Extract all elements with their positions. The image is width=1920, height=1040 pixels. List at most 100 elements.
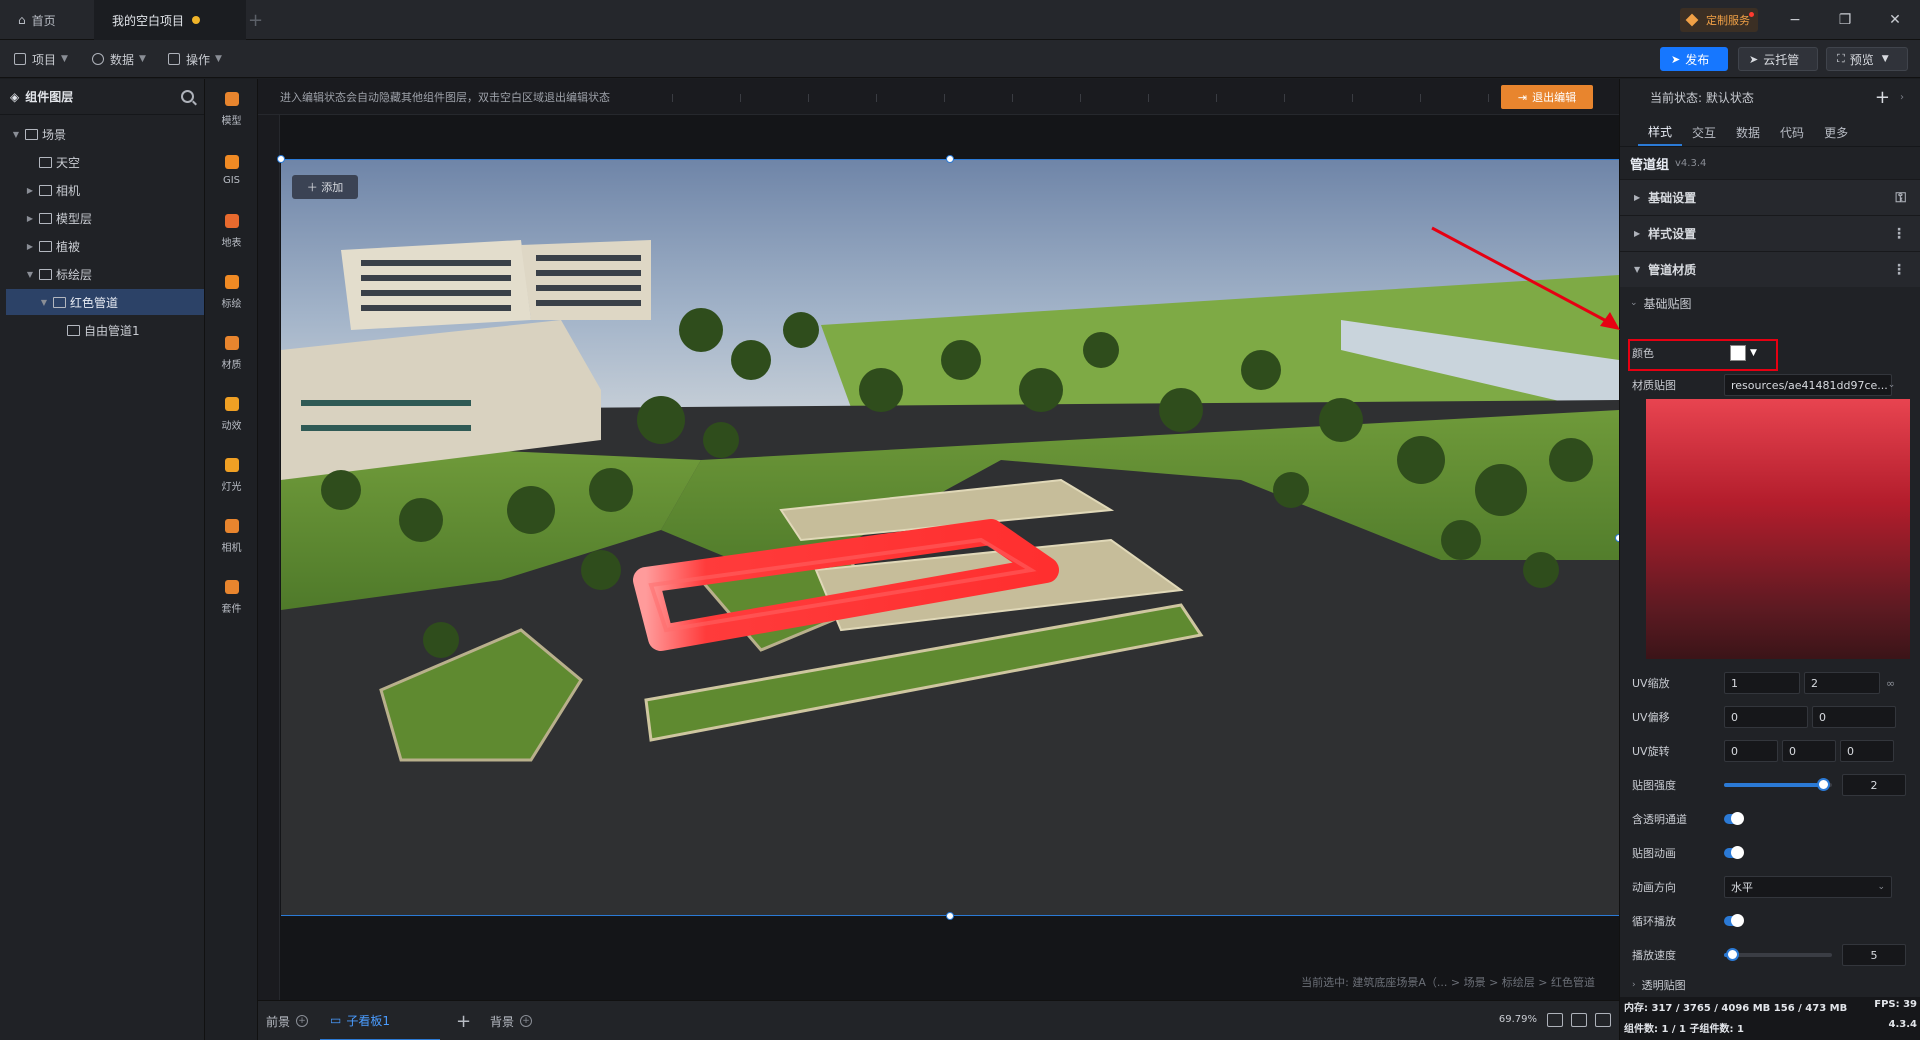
texture-select[interactable]: resources/ae41481dd97ce... ⌄ [1724,374,1895,396]
property-tab[interactable]: 样式 [1638,118,1683,146]
rail-item[interactable]: 地表 [205,201,258,261]
rail-item[interactable]: 相机 [205,506,258,566]
alpha-map-section[interactable]: › 透明贴图 [1620,975,1920,995]
animate-toggle[interactable] [1724,846,1744,859]
terminal-icon[interactable] [1595,1013,1611,1027]
keyboard-icon[interactable] [1571,1013,1587,1027]
uv-offset-x-input[interactable]: 0 [1724,706,1808,728]
tab-project[interactable]: 我的空白项目 [94,0,246,40]
folder-icon [67,324,80,336]
caret-down-icon[interactable]: ▼ [24,270,36,279]
property-tab[interactable]: 交互 [1682,118,1726,146]
layer-item-label: 标绘层 [56,267,93,282]
add-board-button[interactable]: + [456,1001,471,1040]
tab-foreground[interactable]: 前景 + [266,1001,309,1040]
section-style-settings[interactable]: ▶ 样式设置 ⋮ [1620,215,1920,251]
uv-rotate-x-input[interactable]: 0 [1724,740,1778,762]
resize-handle-tl[interactable] [277,155,285,163]
custom-service-button[interactable]: 定制服务 [1680,8,1758,32]
tab-home[interactable]: ⌂ 首页 [0,0,94,40]
add-circle-icon[interactable]: + [296,1015,309,1027]
layer-item[interactable]: ▼ 标绘层 [6,261,204,287]
new-tab-button[interactable]: + [248,10,263,31]
property-tab[interactable]: 更多 [1814,118,1858,146]
layer-item[interactable]: 自由管道1 [6,317,204,343]
direction-select[interactable]: 水平 ⌄ [1724,876,1892,898]
rail-item[interactable]: 动效 [205,384,258,444]
intensity-input[interactable]: 2 [1842,774,1906,796]
rail-item[interactable]: 模型 [205,79,258,139]
widget-icon [224,579,239,594]
widget-icon [224,518,239,533]
uv-offset-y-input[interactable]: 0 [1812,706,1896,728]
monitor-icon: ▭ [330,1013,342,1027]
menu-operation[interactable]: 操作 ▼ [168,48,222,70]
speed-slider[interactable] [1724,948,1832,961]
layer-item[interactable]: ▶ 植被 [6,233,204,259]
more-vertical-icon[interactable]: ⋮ [1892,262,1906,278]
rail-item[interactable]: 材质 [205,323,258,383]
more-vertical-icon[interactable]: ⋮ [1892,226,1906,242]
caret-right-icon[interactable]: ▶ [24,186,36,195]
layer-item-label: 天空 [56,155,81,170]
loop-toggle[interactable] [1724,914,1744,927]
tab-background[interactable]: 背景 + [490,1001,533,1040]
alpha-toggle[interactable] [1724,812,1744,825]
publish-button[interactable]: ➤ 发布 [1660,47,1728,71]
link-icon[interactable]: ∞ [1886,677,1895,690]
folder-icon [39,268,52,280]
resize-handle-top[interactable] [946,155,954,163]
animate-row: 贴图动画 [1620,839,1920,867]
search-icon[interactable] [181,90,194,103]
speed-input[interactable]: 5 [1842,944,1906,966]
caret-down-icon[interactable]: ▼ [38,298,50,307]
close-button[interactable]: ✕ [1880,8,1910,32]
property-tab[interactable]: 代码 [1770,118,1814,146]
layer-item[interactable]: ▼ 红色管道 [6,289,204,315]
subsection-base-map[interactable]: ⌄ 基础贴图 [1620,287,1920,319]
preview-button[interactable]: ⛶ 预览 ▼ [1826,47,1908,71]
tab-sub-board[interactable]: ▭ 子看板1 [320,1001,440,1040]
layer-item[interactable]: ▼ 场景 [6,121,204,147]
add-circle-icon[interactable]: + [520,1015,533,1027]
highlight-box [1628,339,1778,371]
menu-data[interactable]: 数据 ▼ [92,48,146,70]
add-state-button[interactable]: + [1875,87,1890,108]
zoom-level[interactable]: 69.79% [1499,1014,1537,1025]
intensity-slider-knob[interactable] [1817,778,1831,791]
layer-item-label: 植被 [56,239,81,254]
rail-item[interactable]: GIS [205,140,258,200]
exit-icon: ⇥ [1517,90,1528,104]
ruler-tick: | [1283,93,1286,102]
canvas-area[interactable]: | | | | | | | | | | | | | | 进入编辑状态会自动隐藏其他组件图层，双击空白区域退… [258,79,1619,1000]
caret-right-icon[interactable]: ▶ [24,242,36,251]
caret-down-icon[interactable]: ▼ [10,130,22,139]
section-basic-settings[interactable]: ▶ 基础设置 ⚿ [1620,179,1920,215]
lock-icon[interactable]: ⚿ [1895,190,1906,206]
uv-scale-x-input[interactable]: 1 [1724,672,1800,694]
uv-rotate-y-input[interactable]: 0 [1782,740,1836,762]
section-pipe-material[interactable]: ▼ 管道材质 ⋮ [1620,251,1920,287]
layer-item[interactable]: ▶ 相机 [6,177,204,203]
cloud-hosting-button[interactable]: ➤ 云托管 [1738,47,1818,71]
add-button[interactable]: ＋ 添加 [292,175,358,199]
resize-handle-bottom[interactable] [946,912,954,920]
layer-item[interactable]: ▶ 模型层 [6,205,204,231]
rail-item[interactable]: 套件 [205,567,258,627]
rail-item[interactable]: 标绘 [205,262,258,322]
chevron-right-icon[interactable]: › [1900,92,1904,103]
caret-right-icon[interactable]: ▶ [24,214,36,223]
3d-scene-viewport[interactable]: ＋ 添加 [281,159,1619,916]
uv-rotate-z-input[interactable]: 0 [1840,740,1894,762]
uv-scale-y-input[interactable]: 2 [1804,672,1880,694]
rail-item[interactable]: 灯光 [205,445,258,505]
restore-button[interactable]: ❐ [1830,8,1860,32]
intensity-slider[interactable] [1724,778,1832,791]
property-tab[interactable]: 数据 [1726,118,1770,146]
exit-edit-button[interactable]: ⇥ 退出编辑 [1501,85,1593,109]
speed-slider-knob[interactable] [1726,948,1740,961]
layer-item[interactable]: 天空 [6,149,204,175]
fit-screen-icon[interactable] [1547,1013,1563,1027]
minimize-button[interactable]: − [1780,8,1810,32]
menu-project[interactable]: 项目 ▼ [14,48,68,70]
